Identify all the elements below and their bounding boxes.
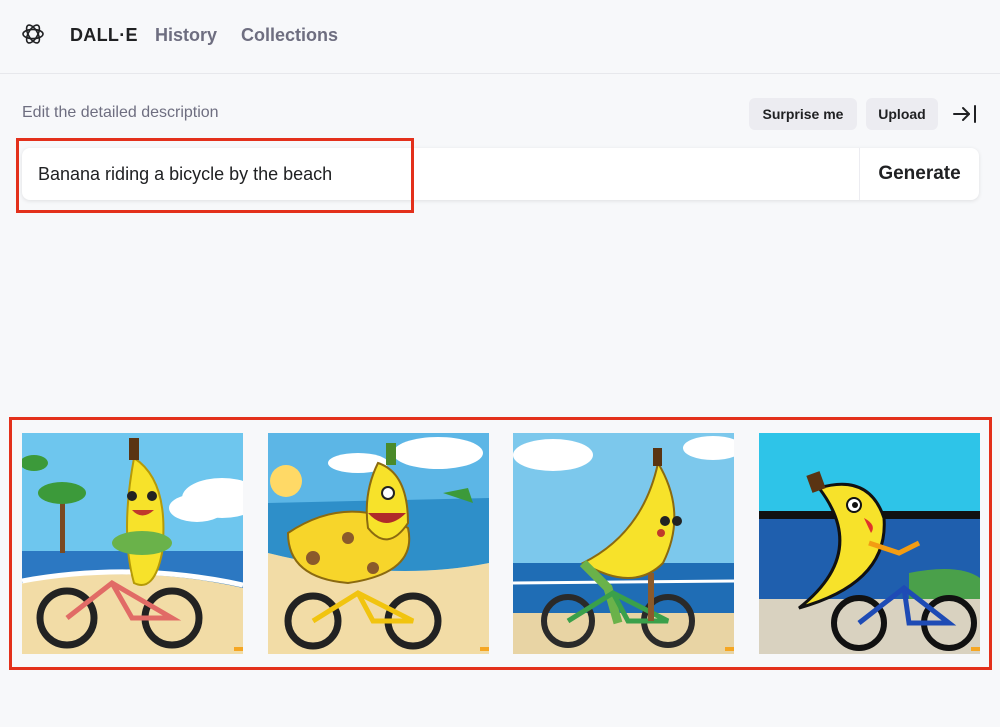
prompt-box: Generate [22,148,979,200]
result-image-4[interactable] [759,433,980,654]
result-image-3[interactable] [513,433,734,654]
app-title[interactable]: DALL·E [70,24,138,46]
result-image-1[interactable] [22,433,243,654]
top-navigation: DALL·E History Collections [0,0,1000,74]
prompt-label: Edit the detailed description [22,104,219,121]
banana-bicycle-illustration [268,433,489,654]
prompt-input[interactable] [38,148,838,200]
result-image-2[interactable] [268,433,489,654]
generate-button[interactable]: Generate [859,148,979,200]
banana-bicycle-illustration [22,433,243,654]
upload-button[interactable]: Upload [866,98,938,130]
banana-bicycle-illustration [513,433,734,654]
nav-history[interactable]: History [155,24,217,46]
nav-collections[interactable]: Collections [241,24,338,46]
collapse-sidebar-icon[interactable] [952,103,978,125]
banana-bicycle-illustration [759,433,980,654]
openai-logo-icon[interactable] [20,21,46,47]
surprise-me-button[interactable]: Surprise me [749,98,857,130]
